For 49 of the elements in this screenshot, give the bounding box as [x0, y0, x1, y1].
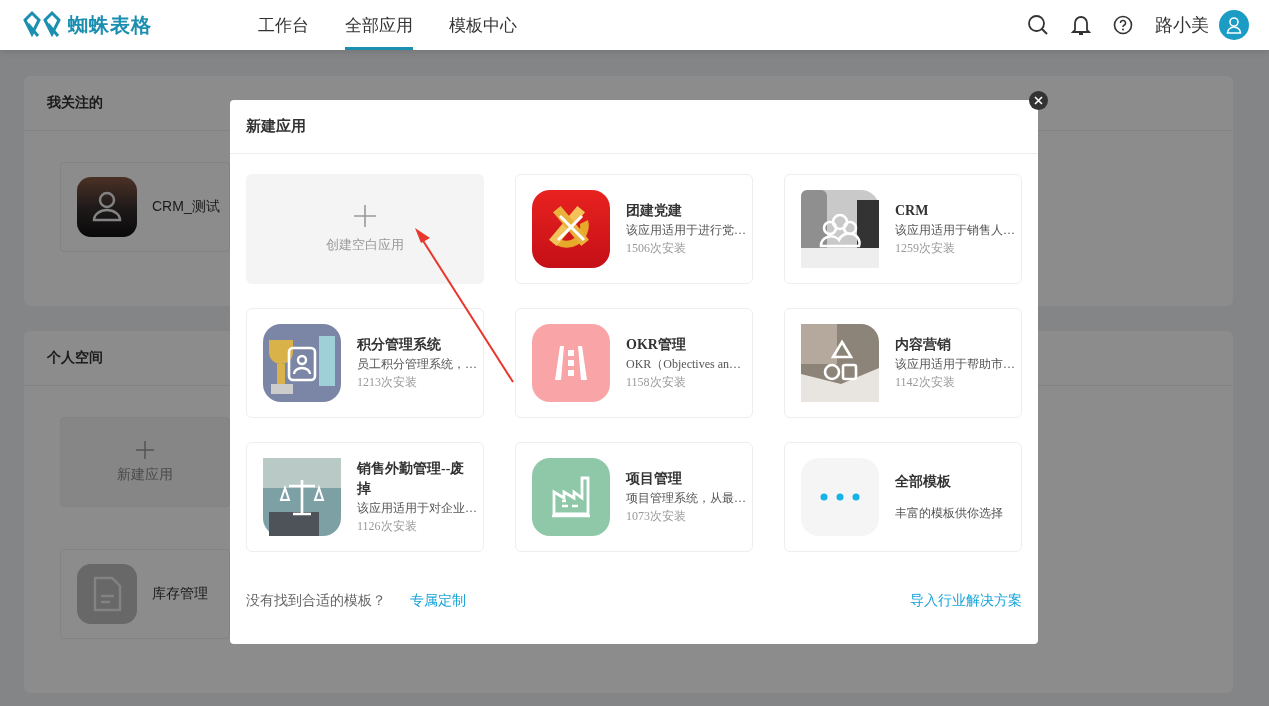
template-name: 销售外勤管理--废掉	[357, 460, 466, 498]
party-emblem-icon	[532, 190, 610, 268]
search-icon[interactable]	[1027, 14, 1049, 36]
template-description: 丰富的模板供你选择	[895, 505, 1003, 522]
template-name: CRM	[895, 202, 930, 220]
group-icon	[801, 190, 879, 268]
template-card[interactable]: 销售外勤管理--废掉 该应用适用于对企业… 1126次安装	[246, 442, 484, 552]
nav-tab[interactable]: 模板中心	[449, 0, 517, 50]
template-card[interactable]: 积分管理系统 员工积分管理系统，… 1213次安装	[246, 308, 484, 418]
document-icon	[77, 564, 137, 624]
template-name: OKR管理	[626, 336, 687, 354]
nav-tab[interactable]: 工作台	[258, 0, 309, 50]
app-card[interactable]: CRM_测试	[60, 162, 230, 252]
help-icon[interactable]	[1113, 15, 1133, 35]
template-card[interactable]: 项目管理 项目管理系统，从最… 1073次安装	[515, 442, 753, 552]
template-card[interactable]: CRM 该应用适用于销售人… 1259次安装	[784, 174, 1022, 284]
close-icon	[1034, 96, 1043, 105]
shapes-icon	[801, 324, 879, 402]
template-name: 项目管理	[626, 470, 683, 488]
more-icon	[801, 458, 879, 536]
template-card[interactable]: 团建党建 该应用适用于进行党… 1506次安装	[515, 174, 753, 284]
road-icon	[532, 324, 610, 402]
install-count: 1259次安装	[895, 240, 956, 257]
footer-hint: 没有找到合适的模板？	[246, 592, 386, 610]
install-count: 1126次安装	[357, 518, 418, 535]
user-avatar[interactable]	[1219, 10, 1249, 40]
person-icon	[1226, 16, 1242, 34]
template-name: 全部模板	[895, 473, 952, 491]
all-templates-card[interactable]: 全部模板 丰富的模板供你选择	[784, 442, 1022, 552]
install-count: 1073次安装	[626, 508, 687, 525]
install-count: 1506次安装	[626, 240, 687, 257]
plus-icon	[135, 440, 155, 460]
user-name: 路小美	[1155, 14, 1209, 37]
nav-tab[interactable]: 全部应用	[345, 0, 413, 50]
template-name: 内容营销	[895, 336, 952, 354]
template-name: 团建党建	[626, 202, 683, 220]
template-description: OKR（Objectives an…	[626, 356, 741, 373]
app-card[interactable]: 库存管理	[60, 549, 230, 639]
app-icon	[77, 177, 137, 237]
template-card[interactable]: 内容营销 该应用适用于帮助市… 1142次安装	[784, 308, 1022, 418]
trophy-icon	[263, 324, 341, 402]
logo-text: 蜘蛛表格	[68, 12, 152, 38]
template-card[interactable]: OKR管理 OKR（Objectives an… 1158次安装	[515, 308, 753, 418]
bell-icon[interactable]	[1071, 14, 1091, 36]
factory-icon	[532, 458, 610, 536]
plus-icon	[353, 204, 377, 228]
scales-icon	[263, 458, 341, 536]
logo-icon	[22, 10, 62, 40]
template-name: 积分管理系统	[357, 336, 442, 354]
